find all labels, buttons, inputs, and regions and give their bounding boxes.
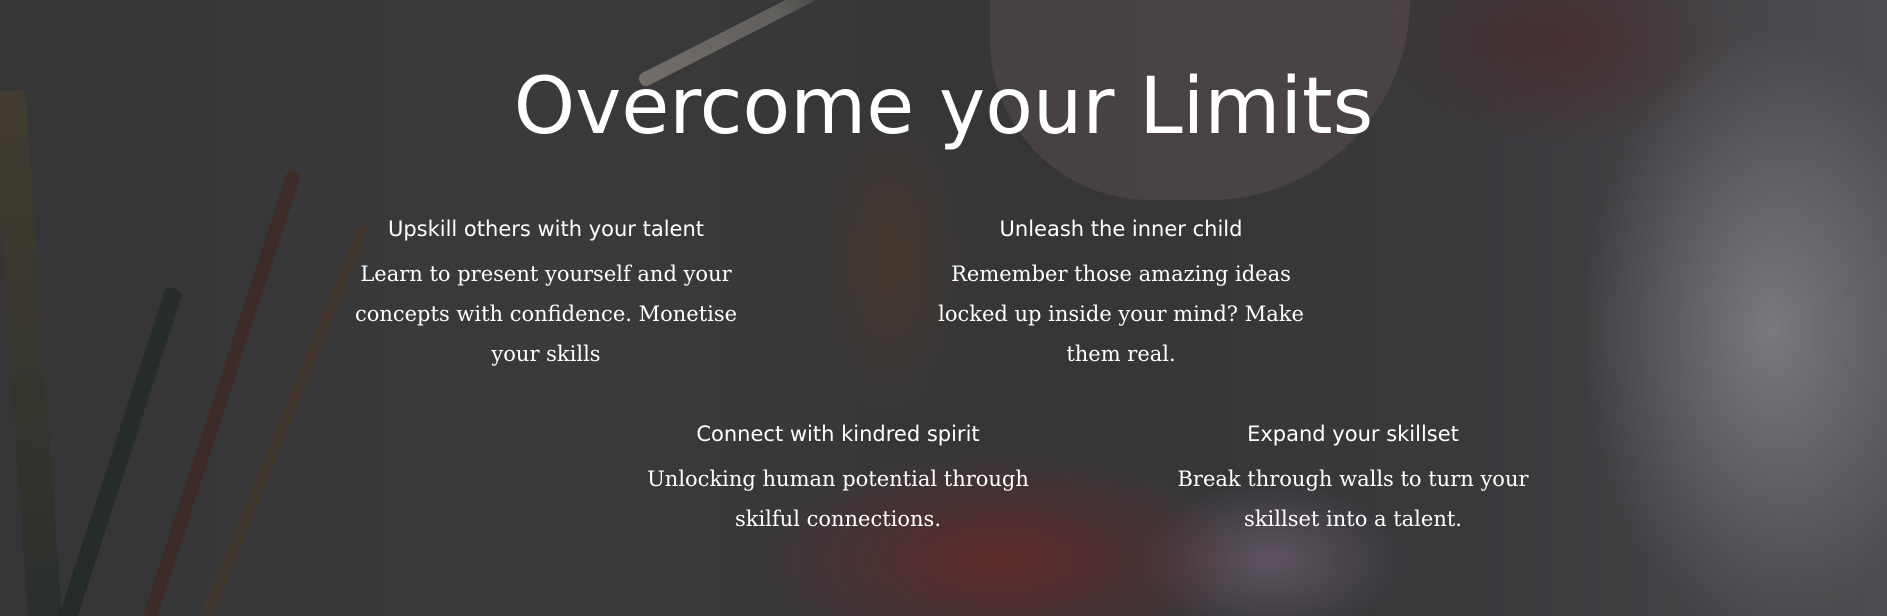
feature-description: Unlocking human potential through skilfu…: [647, 467, 1029, 531]
feature-heading: Unleash the inner child: [999, 217, 1243, 241]
feature-description: Remember those amazing ideas locked up i…: [938, 262, 1304, 366]
feature-heading: Upskill others with your talent: [387, 217, 705, 241]
feature-upskill: Upskill others with your talent Learn to…: [346, 214, 746, 374]
hero-section: Overcome your Limits Upskill others with…: [0, 0, 1887, 616]
feature-heading: Expand your skillset: [1247, 422, 1459, 446]
feature-inner-child: Unleash the inner child Remember those a…: [921, 214, 1321, 374]
feature-connect: Connect with kindred spirit Unlocking hu…: [638, 419, 1038, 539]
feature-expand: Expand your skillset Break through walls…: [1153, 419, 1553, 539]
feature-heading: Connect with kindred spirit: [696, 422, 980, 446]
hero-title: Overcome your Limits: [513, 62, 1374, 152]
feature-description: Learn to present yourself and your conce…: [354, 262, 738, 366]
feature-description: Break through walls to turn your skillse…: [1177, 467, 1529, 531]
